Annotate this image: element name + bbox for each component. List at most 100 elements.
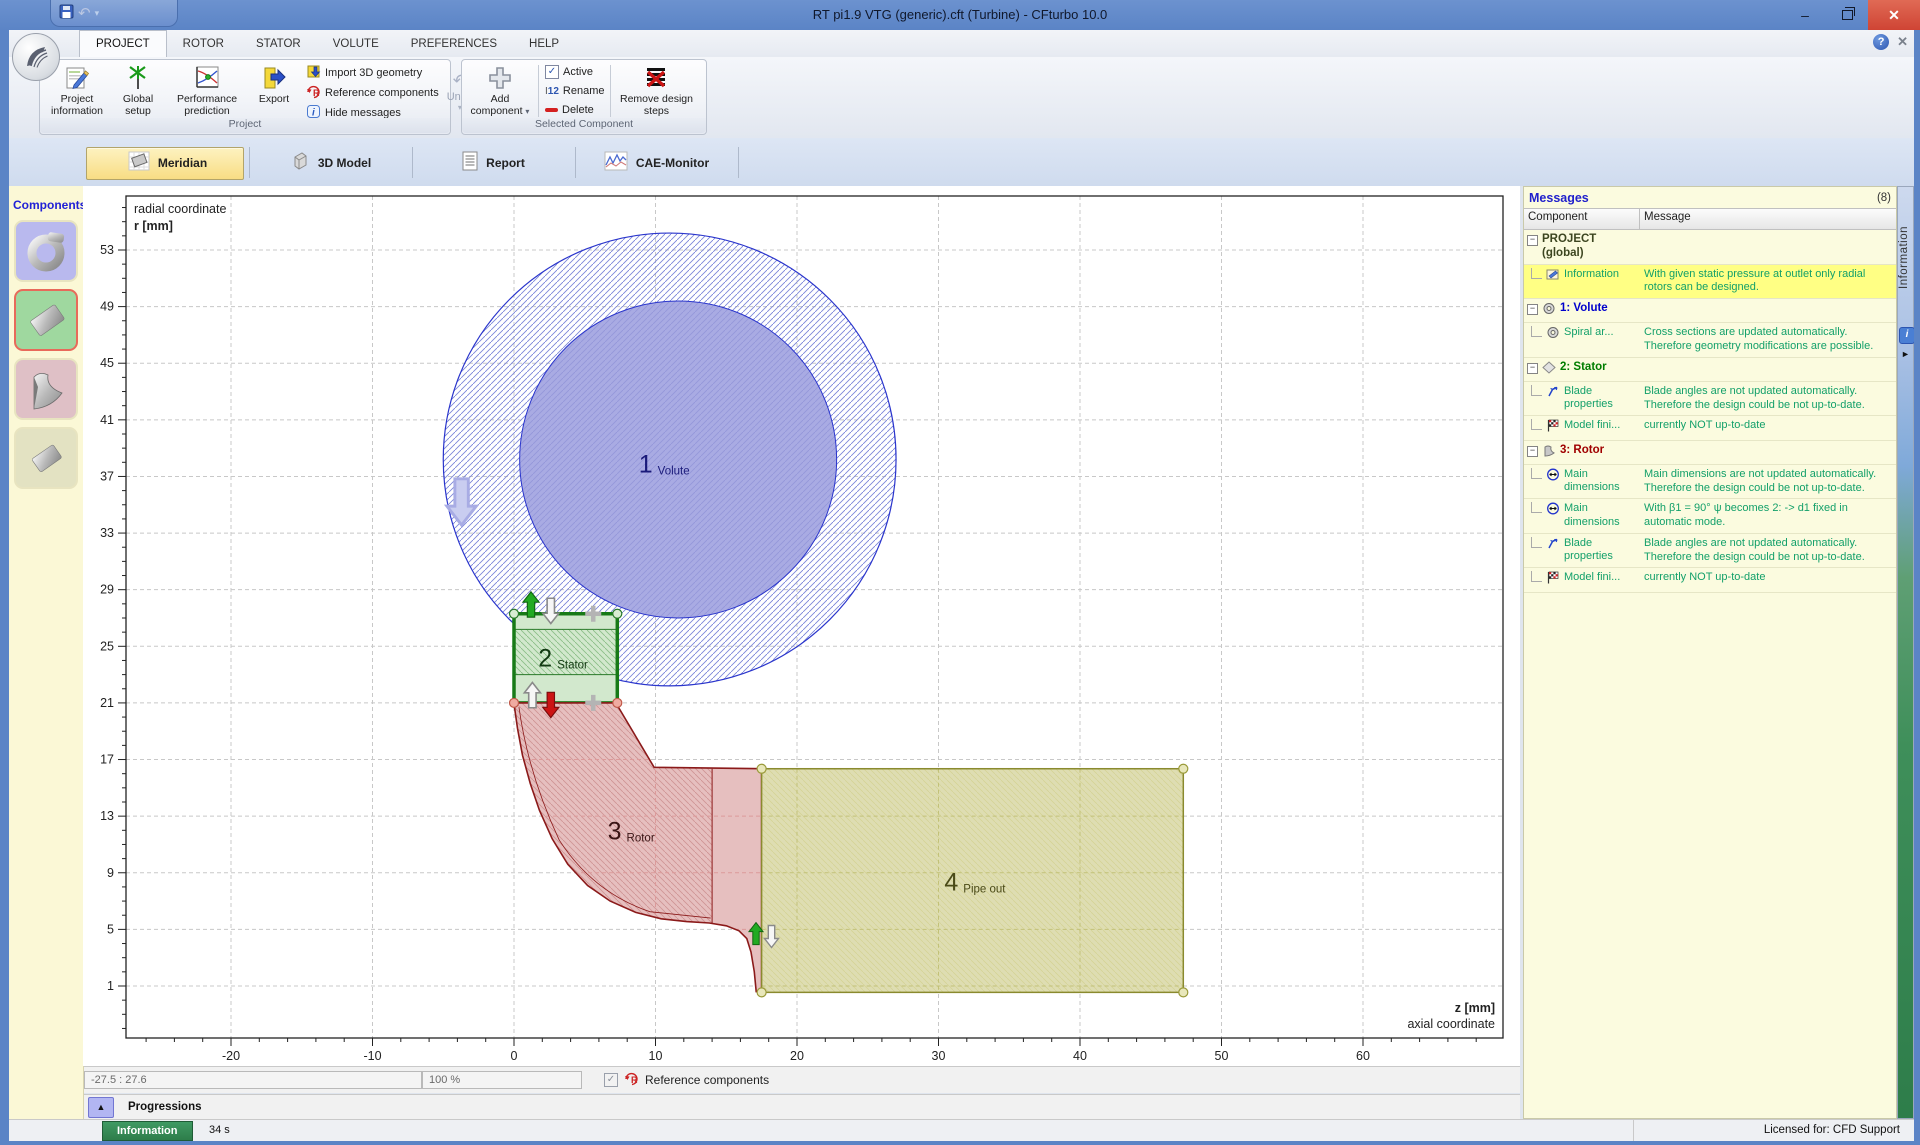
message-row[interactable]: Main dimensionsWith β1 = 90° ψ becomes 2… (1524, 499, 1896, 534)
tree-expander-icon[interactable]: − (1527, 235, 1538, 246)
messages-column-component[interactable]: Component (1524, 209, 1640, 229)
window-title: RT pi1.9 VTG (generic).cft (Turbine) - C… (0, 7, 1920, 22)
status-info-badge: Information (102, 1121, 193, 1141)
component-button-rotor[interactable] (14, 358, 78, 420)
component-button-pipe[interactable] (14, 427, 78, 489)
y-tick-label: 13 (100, 809, 114, 823)
tab-report[interactable]: Report (412, 147, 576, 178)
svg-text:2: 2 (538, 645, 552, 673)
status-bar: Information 34 s Licensed for: CFD Suppo… (9, 1119, 1914, 1142)
collapse-ribbon-icon[interactable]: ✕ (1897, 34, 1908, 50)
menu-tab-volute[interactable]: VOLUTE (317, 30, 395, 57)
tree-expander-icon[interactable]: − (1527, 363, 1538, 374)
message-row[interactable]: Main dimensionsMain dimensions are not u… (1524, 465, 1896, 500)
menu-tab-stator[interactable]: STATOR (240, 30, 317, 57)
message-row[interactable]: Spiral ar...Cross sections are updated a… (1524, 323, 1896, 358)
x-tick-label: -20 (222, 1049, 240, 1063)
stator-handle[interactable] (613, 609, 622, 618)
tab-cae-monitor-label: CAE-Monitor (636, 156, 709, 170)
meridian-canvas[interactable]: 1Volute2Stator3Rotor4Pipe out-20-1001020… (83, 186, 1520, 1066)
menu-tab-help[interactable]: HELP (513, 30, 575, 57)
component-button-volute[interactable] (14, 220, 78, 282)
tab-3d-model[interactable]: 3D Model (249, 147, 413, 178)
components-sidebar: Components (9, 186, 84, 1119)
add-component-button[interactable]: Add component ▾ (464, 62, 536, 120)
volute-inner-contour[interactable] (520, 301, 837, 618)
reference-components-button[interactable]: R Reference components (306, 84, 439, 101)
y-tick-label: 1 (107, 979, 114, 993)
ribbon-tab-row: PROJECT ROTOR STATOR VOLUTE PREFERENCES … (9, 30, 1914, 58)
status-divider (1633, 1120, 1634, 1142)
pipe-handle[interactable] (757, 988, 766, 997)
undo-icon[interactable]: ↶ (78, 4, 91, 22)
messages-panel: Messages (8) Component Message −PROJECT … (1523, 186, 1897, 1119)
information-side-tab[interactable]: Information i ► (1897, 186, 1914, 1119)
rotor-inlet-handle[interactable] (613, 698, 622, 707)
x-tick-label: 0 (511, 1049, 518, 1063)
active-checkbox-icon[interactable]: ✓ (545, 65, 559, 79)
svg-text:R: R (313, 88, 320, 98)
window-controls: – ✕ (1784, 0, 1920, 30)
meridian-plot[interactable]: 1Volute2Stator3Rotor4Pipe out-20-1001020… (83, 186, 1520, 1066)
component-button-stator[interactable] (14, 289, 78, 351)
message-component-label: Blade properties (1564, 385, 1638, 411)
message-component-label: Main dimensions (1564, 502, 1638, 528)
save-icon[interactable] (59, 4, 74, 22)
tree-expander-icon[interactable]: − (1527, 304, 1538, 315)
message-row[interactable]: InformationWith given static pressure at… (1524, 265, 1896, 300)
x-tick-label: 10 (649, 1049, 663, 1063)
message-component-label: Spiral ar... (1564, 326, 1614, 339)
global-setup-button[interactable]: Global setup (112, 62, 164, 120)
tree-expander-icon[interactable]: − (1527, 446, 1538, 457)
message-group-row[interactable]: −2: Stator (1524, 358, 1896, 382)
messages-column-message[interactable]: Message (1640, 209, 1695, 229)
menu-tab-rotor[interactable]: ROTOR (167, 30, 240, 57)
pipe-handle[interactable] (1179, 764, 1188, 773)
components-title: Components (13, 198, 83, 212)
expand-arrow-icon[interactable]: ► (1901, 349, 1910, 359)
add-component-dropdown-icon[interactable]: ▾ (525, 107, 529, 116)
progressions-collapse-button[interactable]: ▲ (88, 1097, 114, 1118)
message-row[interactable]: Blade propertiesBlade angles are not upd… (1524, 534, 1896, 569)
stator-handle[interactable] (510, 609, 519, 618)
minimize-button[interactable]: – (1784, 0, 1826, 30)
y-tick-label: 37 (100, 469, 114, 483)
pipe-out-region[interactable] (762, 769, 1184, 993)
close-button[interactable]: ✕ (1868, 0, 1920, 30)
tab-cae-monitor[interactable]: CAE-Monitor (575, 147, 739, 178)
active-checkbox[interactable]: ✓ Active (545, 64, 604, 80)
y-tick-label: 33 (100, 526, 114, 540)
delete-button[interactable]: Delete (545, 102, 604, 118)
application-menu-button[interactable] (12, 33, 60, 81)
message-group-row[interactable]: −1: Volute (1524, 299, 1896, 323)
message-component-label: Model fini... (1564, 419, 1620, 432)
reference-components-strip-icon: R (624, 1071, 639, 1089)
export-button[interactable]: Export (250, 62, 298, 120)
import-3d-geometry-button[interactable]: Import 3D geometry (306, 64, 439, 81)
rename-button[interactable]: I12 Rename (545, 83, 604, 99)
remove-design-steps-button[interactable]: Remove design steps (613, 62, 699, 120)
quick-access-dropdown-icon[interactable]: ▾ (95, 8, 100, 19)
message-row[interactable]: Model fini...currently NOT up-to-date (1524, 568, 1896, 592)
tree-branch-icon (1531, 502, 1542, 513)
canvas-status-strip: -27.5 : 27.6 100 % ✓ R Reference compone… (84, 1066, 1520, 1093)
project-information-label: Project information (46, 93, 108, 117)
help-icon[interactable]: ? (1873, 34, 1889, 50)
message-row[interactable]: Blade propertiesBlade angles are not upd… (1524, 382, 1896, 417)
pipe-handle[interactable] (1179, 988, 1188, 997)
svg-text:R: R (631, 1075, 638, 1085)
menu-tab-preferences[interactable]: PREFERENCES (395, 30, 513, 57)
reference-components-checkbox[interactable]: ✓ (604, 1073, 618, 1087)
message-group-row[interactable]: −PROJECT (global) (1524, 230, 1896, 265)
message-group-row[interactable]: −3: Rotor (1524, 441, 1896, 465)
performance-prediction-button[interactable]: Performance prediction (164, 62, 250, 120)
tab-meridian[interactable]: Meridian (86, 147, 250, 178)
rotor-inlet-handle[interactable] (510, 698, 519, 707)
menu-tab-project[interactable]: PROJECT (79, 30, 167, 57)
restore-button[interactable] (1826, 0, 1868, 30)
ribbon-group-selected-component: Add component ▾ ✓ Active I12 Rename Dele… (461, 59, 707, 135)
axis-range-readout: -27.5 : 27.6 (84, 1071, 422, 1089)
pipe-handle[interactable] (757, 764, 766, 773)
messages-tree: −PROJECT (global)InformationWith given s… (1524, 230, 1896, 593)
message-row[interactable]: Model fini...currently NOT up-to-date (1524, 416, 1896, 440)
